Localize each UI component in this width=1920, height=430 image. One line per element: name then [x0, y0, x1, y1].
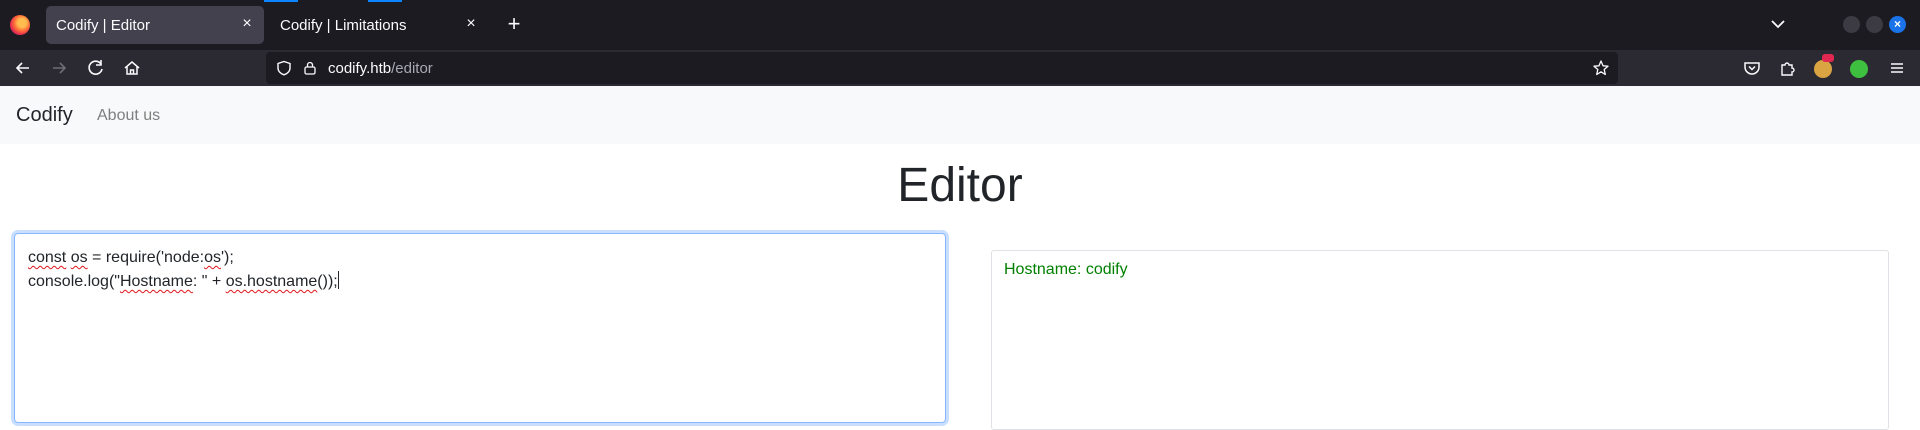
site-brand-link[interactable]: Codify: [16, 104, 73, 127]
close-tab-icon[interactable]: ×: [238, 15, 256, 33]
browser-toolbar: codify.htb/editor: [0, 50, 1920, 86]
maximize-window-button[interactable]: [1866, 16, 1883, 33]
extension-m-icon[interactable]: [1850, 60, 1868, 78]
tab-codify-limitations[interactable]: Codify | Limitations ×: [270, 6, 488, 44]
forward-arrow-icon[interactable]: [48, 57, 70, 79]
back-arrow-icon[interactable]: [12, 57, 34, 79]
tab-title: Codify | Editor: [56, 17, 150, 34]
url-path: /editor: [391, 60, 433, 77]
code-token: os: [204, 249, 221, 266]
text-caret: [337, 271, 339, 289]
site-navbar: Codify About us: [0, 86, 1920, 144]
pocket-icon[interactable]: [1741, 57, 1763, 79]
list-all-tabs-icon[interactable]: [1768, 14, 1788, 34]
close-tab-icon[interactable]: ×: [462, 15, 480, 33]
url-host: codify.htb: [328, 60, 392, 77]
hamburger-menu-icon[interactable]: [1886, 57, 1908, 79]
nav-link-about-us[interactable]: About us: [97, 107, 160, 125]
new-tab-button[interactable]: +: [502, 13, 526, 37]
output-text: Hostname: codify: [1004, 261, 1128, 278]
code-token: os: [70, 249, 88, 266]
tab-activity-indicator: [264, 0, 298, 2]
code-token: ');: [220, 249, 234, 266]
tab-activity-indicator: [368, 0, 402, 2]
close-window-button[interactable]: ×: [1889, 16, 1906, 33]
tab-title: Codify | Limitations: [280, 17, 407, 34]
code-token: ());: [317, 273, 338, 290]
address-bar[interactable]: codify.htb/editor: [266, 52, 1618, 84]
code-token: os.hostname: [225, 273, 318, 290]
firefox-logo-icon[interactable]: [10, 15, 30, 35]
code-token: console.log(": [28, 273, 120, 290]
code-line: console.log("Hostname: " + os.hostname()…: [28, 270, 932, 294]
bookmark-star-icon[interactable]: [1592, 59, 1610, 77]
tab-codify-editor[interactable]: Codify | Editor ×: [46, 6, 264, 44]
tracking-protection-shield-icon[interactable]: [276, 60, 292, 76]
code-line: const os = require('node:os');: [28, 246, 932, 270]
code-token: = require('node:: [87, 249, 205, 266]
reload-icon[interactable]: [85, 57, 107, 79]
extension-badge-icon: [1822, 54, 1834, 62]
code-token: Hostname: [119, 273, 193, 290]
extensions-puzzle-icon[interactable]: [1777, 57, 1799, 79]
browser-tab-strip: Codify | Editor × Codify | Limitations ×…: [0, 0, 1920, 50]
url-text[interactable]: codify.htb/editor: [328, 60, 433, 77]
output-panel: Hostname: codify: [991, 250, 1889, 430]
extension-icon[interactable]: [1814, 60, 1832, 78]
lock-icon[interactable]: [302, 60, 318, 76]
minimize-window-button[interactable]: [1843, 16, 1860, 33]
code-token: : " +: [192, 273, 226, 290]
code-editor-textarea[interactable]: const os = require('node:os'); console.l…: [14, 233, 946, 423]
code-token: const: [28, 249, 67, 266]
page-title: Editor: [897, 159, 1023, 212]
home-icon[interactable]: [121, 57, 143, 79]
